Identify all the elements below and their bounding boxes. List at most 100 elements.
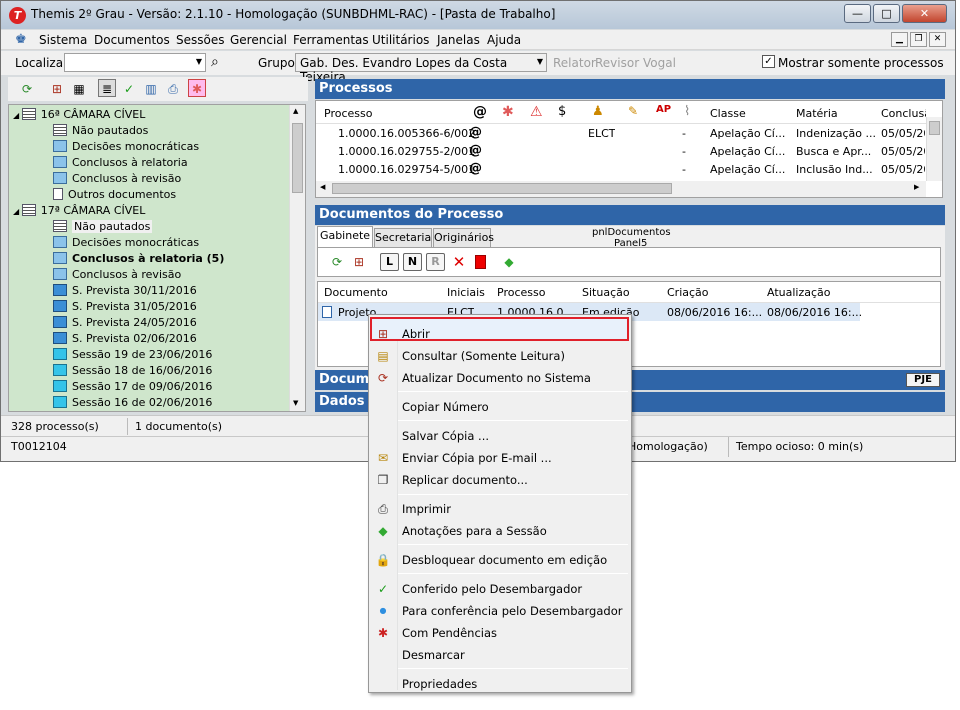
col-situacao[interactable]: Situação [582,286,630,299]
menu-sistema[interactable]: Sistema [39,33,87,47]
warning-icon[interactable]: ⚠ [530,104,543,120]
processos-vscroll-thumb[interactable] [929,121,940,135]
context-menu-item[interactable]: ✉ Enviar Cópia por E-mail ... [369,448,631,468]
tree-scroll-thumb[interactable] [292,123,303,193]
context-menu-item[interactable]: 🔒 Desbloquear documento em edição [369,550,631,570]
col-iniciais[interactable]: Iniciais [447,286,485,299]
red-doc-icon[interactable] [475,255,486,269]
tree-item[interactable]: Decisões monocráticas [53,235,199,251]
tree-item[interactable]: Sessão 19 de 23/06/2016 [53,347,212,363]
close-button[interactable]: ✕ [902,4,947,23]
context-menu-item[interactable]: ◆ Anotações para a Sessão [369,521,631,541]
context-menu-item[interactable]: ✓ Conferido pelo Desembargador [369,579,631,599]
scroll-up-icon[interactable]: ▲ [293,107,298,115]
menu-sessoes[interactable]: Sessões [176,33,224,47]
r-button[interactable]: R [426,253,445,271]
menu-janelas[interactable]: Janelas [437,33,480,47]
table-row[interactable]: 1.0000.16.029754-5/001 - Apelação Cí... Inc… [316,161,926,179]
mdi-minimize-button[interactable]: ▁ [891,32,908,47]
context-menu-item[interactable]: ▤ Consultar (Somente Leitura) [369,346,631,366]
table-row[interactable]: 1.0000.16.029755-2/001 - Apelação Cí... Bus… [316,143,926,161]
refresh-icon[interactable]: ⟳ [328,253,346,271]
money-icon[interactable]: $ [558,104,566,119]
col-conclusao[interactable]: Conclusã [881,107,926,120]
context-menu-item[interactable]: ● Para conferência pelo Desembargador [369,601,631,621]
tree-group[interactable]: ◢ 16ª CÂMARA CÍVEL [13,107,145,123]
context-menu-item[interactable]: Desmarcar [369,645,631,665]
attachment-icon[interactable]: ⌇ [684,104,690,119]
context-menu-item[interactable]: ❐ Replicar documento... [369,470,631,490]
at-icon[interactable]: @ [473,104,487,120]
tree-item[interactable]: Conclusos à revisão [53,171,181,187]
context-menu-item[interactable]: Copiar Número [369,397,631,417]
open-doc-icon[interactable]: ⊞ [350,253,368,271]
tab-gabinete[interactable]: Gabinete [317,226,373,248]
n-button[interactable]: N [403,253,422,271]
tree-item[interactable]: S. Prevista 31/05/2016 [53,299,197,315]
tab-secretaria[interactable]: Secretaria [374,228,432,248]
menu-documentos[interactable]: Documentos [94,33,170,47]
context-menu-item[interactable]: ✱ Com Pendências [369,623,631,643]
chevron-down-icon[interactable]: ▼ [196,57,202,66]
tree-item[interactable]: Conclusos à relatoria [53,155,188,171]
context-menu-item[interactable]: ⟳ Atualizar Documento no Sistema [369,368,631,388]
tree-item[interactable]: S. Prevista 30/11/2016 [53,283,197,299]
list-icon[interactable]: ≣ [98,79,116,97]
note-icon[interactable]: ◆ [500,253,518,271]
vogal-option[interactable]: Vogal [643,56,676,70]
col-atualizacao[interactable]: Atualização [767,286,831,299]
menu-gerencial[interactable]: Gerencial [230,33,287,47]
context-menu-item[interactable]: Propriedades [369,674,631,694]
table-row[interactable]: 1.0000.16.005366-6/002 ELCT - Apelação Cí..… [316,125,926,143]
tree-item[interactable]: Conclusos à revisão [53,267,181,283]
scroll-right-icon[interactable]: ▶ [914,183,919,191]
tree-item[interactable]: S. Prevista 02/06/2016 [53,331,197,347]
tree-item[interactable]: Outros documentos [53,187,176,203]
processos-hscroll-thumb[interactable] [332,183,672,194]
mdi-close-button[interactable]: ✕ [929,32,946,47]
localizar-input[interactable]: ▼ [64,53,206,72]
mdi-restore-button[interactable]: ❐ [910,32,927,47]
clipboard-icon[interactable]: ▥ [142,80,160,98]
scroll-left-icon[interactable]: ◀ [320,183,325,191]
maximize-button[interactable]: □ [873,4,900,23]
tree-item[interactable]: Sessão 16 de 02/06/2016 [53,395,212,411]
col-criacao[interactable]: Criação [667,286,709,299]
system-menu-icon[interactable]: ♚ [15,32,29,47]
open-doc-icon[interactable]: ⊞ [48,80,66,98]
tree-item[interactable]: Sessão 18 de 16/06/2016 [53,363,212,379]
revisor-option[interactable]: Revisor [595,56,639,70]
menu-ferramentas[interactable]: Ferramentas [293,33,369,47]
expand-icon[interactable]: ◢ [13,207,22,216]
person-icon[interactable]: ♟ [592,104,604,119]
chevron-down-icon[interactable]: ▼ [537,57,543,66]
tree-item[interactable]: Sessão 17 de 09/06/2016 [53,379,212,395]
scroll-down-icon[interactable]: ▼ [293,399,298,407]
asterisk-icon[interactable]: ✱ [502,104,514,120]
search-person-icon[interactable]: ⌕ [211,54,219,70]
spell-icon[interactable]: AP [656,104,671,115]
tree-group[interactable]: ◢ 17ª CÂMARA CÍVEL [13,203,145,219]
context-menu-item[interactable]: Salvar Cópia ... [369,426,631,446]
tree-scrollbar[interactable]: ▲ ▼ [289,105,305,411]
col-classe[interactable]: Classe [710,107,746,120]
expand-icon[interactable]: ◢ [13,111,22,120]
processos-hscroll[interactable]: ◀ ▶ [316,181,926,197]
context-menu-item[interactable]: ⊞ Abrir [369,324,631,344]
print-icon[interactable]: ⎙ [164,80,182,98]
docs-icon[interactable]: ▦ [70,80,88,98]
relator-option[interactable]: Relator [553,56,596,70]
check-icon[interactable]: ✓ [120,80,138,98]
menu-utilitarios[interactable]: Utilitários [372,33,429,47]
grupo-select[interactable]: Gab. Des. Evandro Lopes da Costa Teixeir… [295,53,547,84]
context-menu-item[interactable]: ⎙ Imprimir [369,499,631,519]
processos-vscroll[interactable] [926,117,942,181]
refresh-icon[interactable]: ⟳ [18,80,36,98]
col-processo[interactable]: Processo [497,286,545,299]
pje-button[interactable]: PJE [906,373,940,387]
tree-item[interactable]: Não pautados [53,123,148,139]
tree-item[interactable]: Decisões monocráticas [53,139,199,155]
pin-icon[interactable]: ✎ [628,104,638,118]
tree-item[interactable]: Não pautados [53,219,153,235]
tab-originarios[interactable]: Originários [433,228,494,248]
